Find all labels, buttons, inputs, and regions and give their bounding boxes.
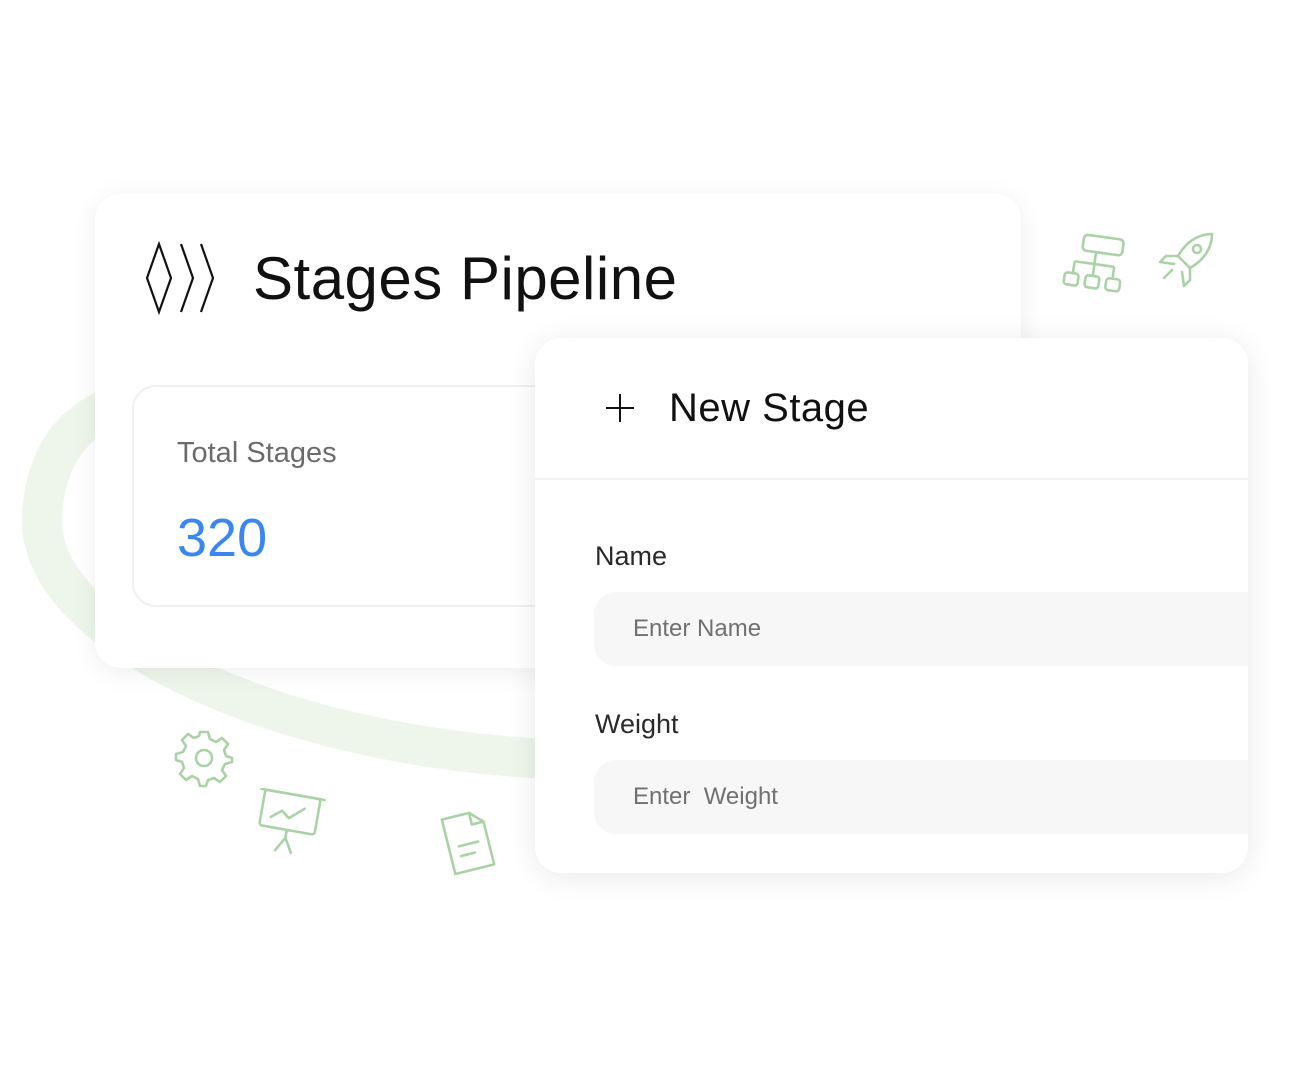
stat-value: 320 xyxy=(177,508,268,568)
gear-icon xyxy=(174,730,234,788)
form-title: New Stage xyxy=(669,385,870,430)
form-header: New Stage xyxy=(535,338,1248,480)
stages-chevron-logo-icon xyxy=(145,240,215,316)
weight-field-label: Weight xyxy=(595,709,679,739)
new-stage-card: New Stage Name Weight xyxy=(535,338,1248,873)
pipeline-header: Stages Pipeline xyxy=(145,240,677,318)
plus-icon[interactable] xyxy=(605,393,635,423)
weight-input[interactable] xyxy=(594,760,1248,834)
canvas: Stages Pipeline Total Stages 320 New Sta… xyxy=(0,0,1290,1074)
stat-label: Total Stages xyxy=(177,437,337,469)
page-title: Stages Pipeline xyxy=(253,245,678,312)
name-field-label: Name xyxy=(595,541,668,571)
name-input[interactable] xyxy=(594,592,1248,666)
rocket-icon xyxy=(1158,232,1214,288)
document-icon xyxy=(440,811,496,876)
presentation-chart-icon xyxy=(258,788,326,855)
sitemap-icon xyxy=(1062,233,1125,293)
